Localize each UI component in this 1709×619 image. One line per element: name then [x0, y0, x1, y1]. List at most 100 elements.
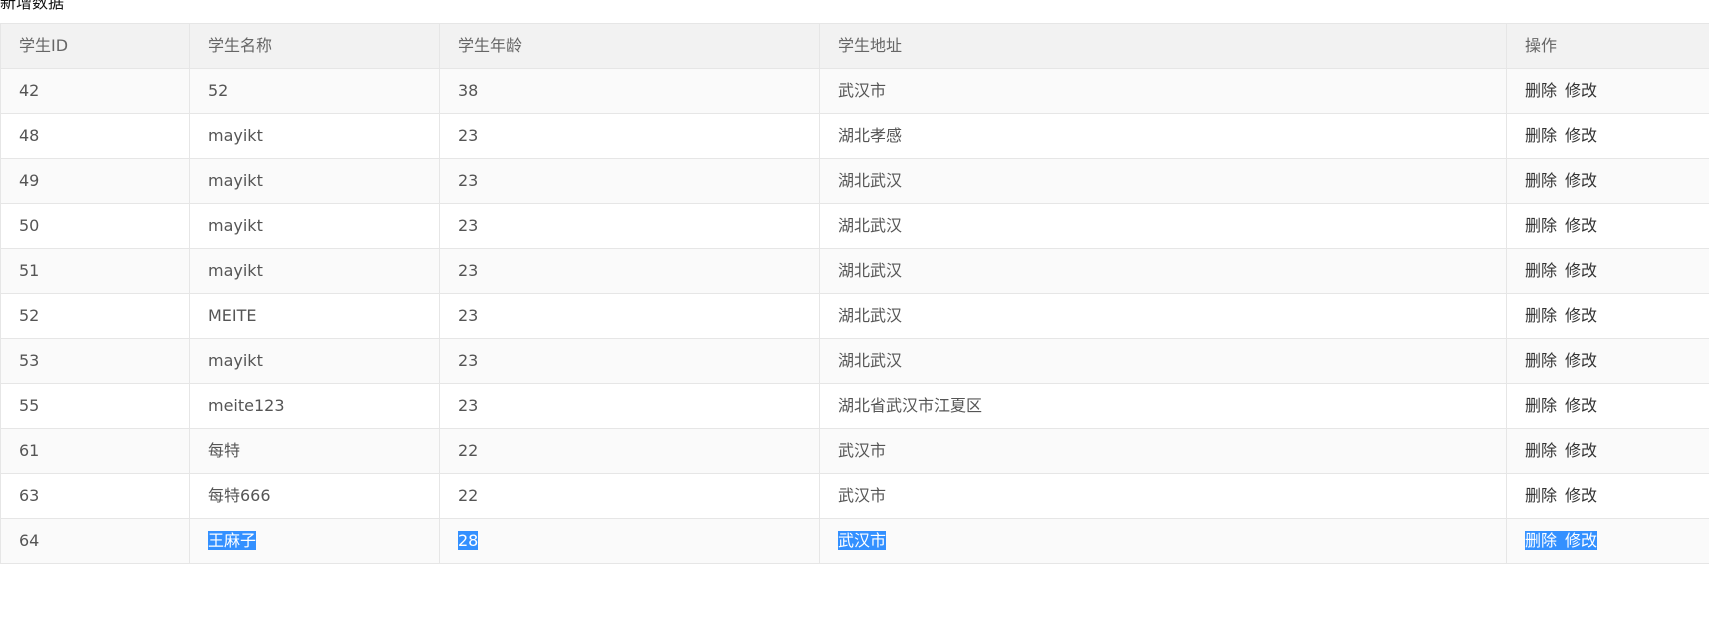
table-row: 55 meite123 23 湖北省武汉市江夏区 删除 修改	[0, 383, 1709, 429]
cell-student-id-text: 48	[19, 126, 40, 145]
cell-student-id-text: 61	[19, 441, 40, 460]
cell-student-age-text: 23	[458, 171, 479, 190]
edit-link[interactable]: 修改	[1565, 126, 1597, 145]
cell-student-age-text: 22	[458, 441, 479, 460]
edit-link[interactable]: 修改	[1565, 531, 1597, 550]
cell-student-address: 武汉市	[819, 473, 1507, 519]
cell-student-name: 王麻子	[189, 518, 440, 564]
actions-group: 删除 修改	[1525, 306, 1597, 325]
edit-link[interactable]: 修改	[1565, 306, 1597, 325]
cell-student-address: 湖北孝感	[819, 113, 1507, 159]
delete-link[interactable]: 删除	[1525, 531, 1557, 550]
cell-student-name-text: meite123	[208, 396, 285, 415]
cell-student-address: 武汉市	[819, 428, 1507, 474]
cell-student-age: 38	[439, 68, 820, 114]
cell-actions: 删除 修改	[1506, 293, 1709, 339]
cell-student-age: 23	[439, 383, 820, 429]
delete-link[interactable]: 删除	[1525, 261, 1557, 280]
cell-student-id: 64	[0, 518, 190, 564]
cell-student-age-text: 28	[458, 531, 479, 550]
edit-link[interactable]: 修改	[1565, 351, 1597, 370]
cell-student-name: MEITE	[189, 293, 440, 339]
delete-link[interactable]: 删除	[1525, 351, 1557, 370]
delete-link[interactable]: 删除	[1525, 126, 1557, 145]
cell-student-name-text: mayikt	[208, 171, 263, 190]
cell-student-id: 53	[0, 338, 190, 384]
actions-group: 删除 修改	[1525, 216, 1597, 235]
cell-student-age-text: 22	[458, 486, 479, 505]
cell-student-name-text: mayikt	[208, 126, 263, 145]
actions-group: 删除 修改	[1525, 261, 1597, 280]
cell-student-id: 50	[0, 203, 190, 249]
cell-student-name: 每特666	[189, 473, 440, 519]
cell-actions: 删除 修改	[1506, 473, 1709, 519]
cell-student-id: 49	[0, 158, 190, 204]
cell-student-name-text: mayikt	[208, 351, 263, 370]
cell-student-address: 湖北武汉	[819, 248, 1507, 294]
cell-student-name-text: MEITE	[208, 306, 257, 325]
delete-link[interactable]: 删除	[1525, 441, 1557, 460]
cell-student-age-text: 23	[458, 351, 479, 370]
cell-student-age-text: 23	[458, 306, 479, 325]
table-row: 50 mayikt 23 湖北武汉 删除 修改	[0, 203, 1709, 249]
edit-link[interactable]: 修改	[1565, 261, 1597, 280]
cell-student-name-text: mayikt	[208, 261, 263, 280]
delete-link[interactable]: 删除	[1525, 306, 1557, 325]
cell-student-name-text: 52	[208, 81, 229, 100]
cell-actions: 删除 修改	[1506, 248, 1709, 294]
edit-link[interactable]: 修改	[1565, 81, 1597, 100]
actions-group: 删除 修改	[1525, 171, 1597, 190]
cell-student-address-text: 武汉市	[838, 81, 887, 100]
cell-student-address: 湖北武汉	[819, 293, 1507, 339]
cell-actions: 删除 修改	[1506, 383, 1709, 429]
edit-link[interactable]: 修改	[1565, 441, 1597, 460]
table-row: 61 每特 22 武汉市 删除 修改	[0, 428, 1709, 474]
cell-student-id-text: 50	[19, 216, 40, 235]
delete-link[interactable]: 删除	[1525, 486, 1557, 505]
cell-student-address-text: 湖北武汉	[838, 261, 903, 280]
cell-student-age: 28	[439, 518, 820, 564]
edit-link[interactable]: 修改	[1565, 216, 1597, 235]
cell-student-address-text: 湖北武汉	[838, 306, 903, 325]
cell-student-age: 23	[439, 338, 820, 384]
delete-link[interactable]: 删除	[1525, 396, 1557, 415]
delete-link[interactable]: 删除	[1525, 216, 1557, 235]
cell-student-name: mayikt	[189, 113, 440, 159]
cell-student-name-text: 王麻子	[208, 531, 257, 550]
table-row: 42 52 38 武汉市 删除 修改	[0, 68, 1709, 114]
cell-student-address-text: 武汉市	[838, 531, 887, 550]
cell-student-name-text: 每特666	[208, 486, 271, 505]
table-row: 63 每特666 22 武汉市 删除 修改	[0, 473, 1709, 519]
cell-student-age: 22	[439, 428, 820, 474]
cell-actions: 删除 修改	[1506, 158, 1709, 204]
actions-group: 删除 修改	[1525, 351, 1597, 370]
actions-group: 删除 修改	[1525, 396, 1597, 415]
delete-link[interactable]: 删除	[1525, 171, 1557, 190]
cell-student-age-text: 38	[458, 81, 479, 100]
edit-link[interactable]: 修改	[1565, 171, 1597, 190]
column-header-name: 学生名称	[189, 23, 440, 69]
cell-student-id: 51	[0, 248, 190, 294]
cell-student-id-text: 55	[19, 396, 40, 415]
cell-student-age-text: 23	[458, 261, 479, 280]
edit-link[interactable]: 修改	[1565, 486, 1597, 505]
cell-student-id: 48	[0, 113, 190, 159]
cell-student-name: 每特	[189, 428, 440, 474]
cell-student-name: mayikt	[189, 248, 440, 294]
cell-actions: 删除 修改	[1506, 518, 1709, 564]
cell-student-id-text: 49	[19, 171, 40, 190]
edit-link[interactable]: 修改	[1565, 396, 1597, 415]
cell-student-id: 63	[0, 473, 190, 519]
cell-student-id-text: 51	[19, 261, 40, 280]
delete-link[interactable]: 删除	[1525, 81, 1557, 100]
cell-student-name: 52	[189, 68, 440, 114]
cell-student-age-text: 23	[458, 126, 479, 145]
cell-student-name: meite123	[189, 383, 440, 429]
cell-student-address: 武汉市	[819, 518, 1507, 564]
cell-actions: 删除 修改	[1506, 113, 1709, 159]
student-table: 学生ID 学生名称 学生年龄 学生地址 操作 42 52 38 武汉市 删除 修改 48 ma…	[0, 23, 1709, 564]
cell-student-address: 湖北武汉	[819, 338, 1507, 384]
column-header-address: 学生地址	[819, 23, 1507, 69]
add-data-link[interactable]: 新增数据	[0, 0, 64, 14]
cell-student-address-text: 湖北孝感	[838, 126, 903, 145]
